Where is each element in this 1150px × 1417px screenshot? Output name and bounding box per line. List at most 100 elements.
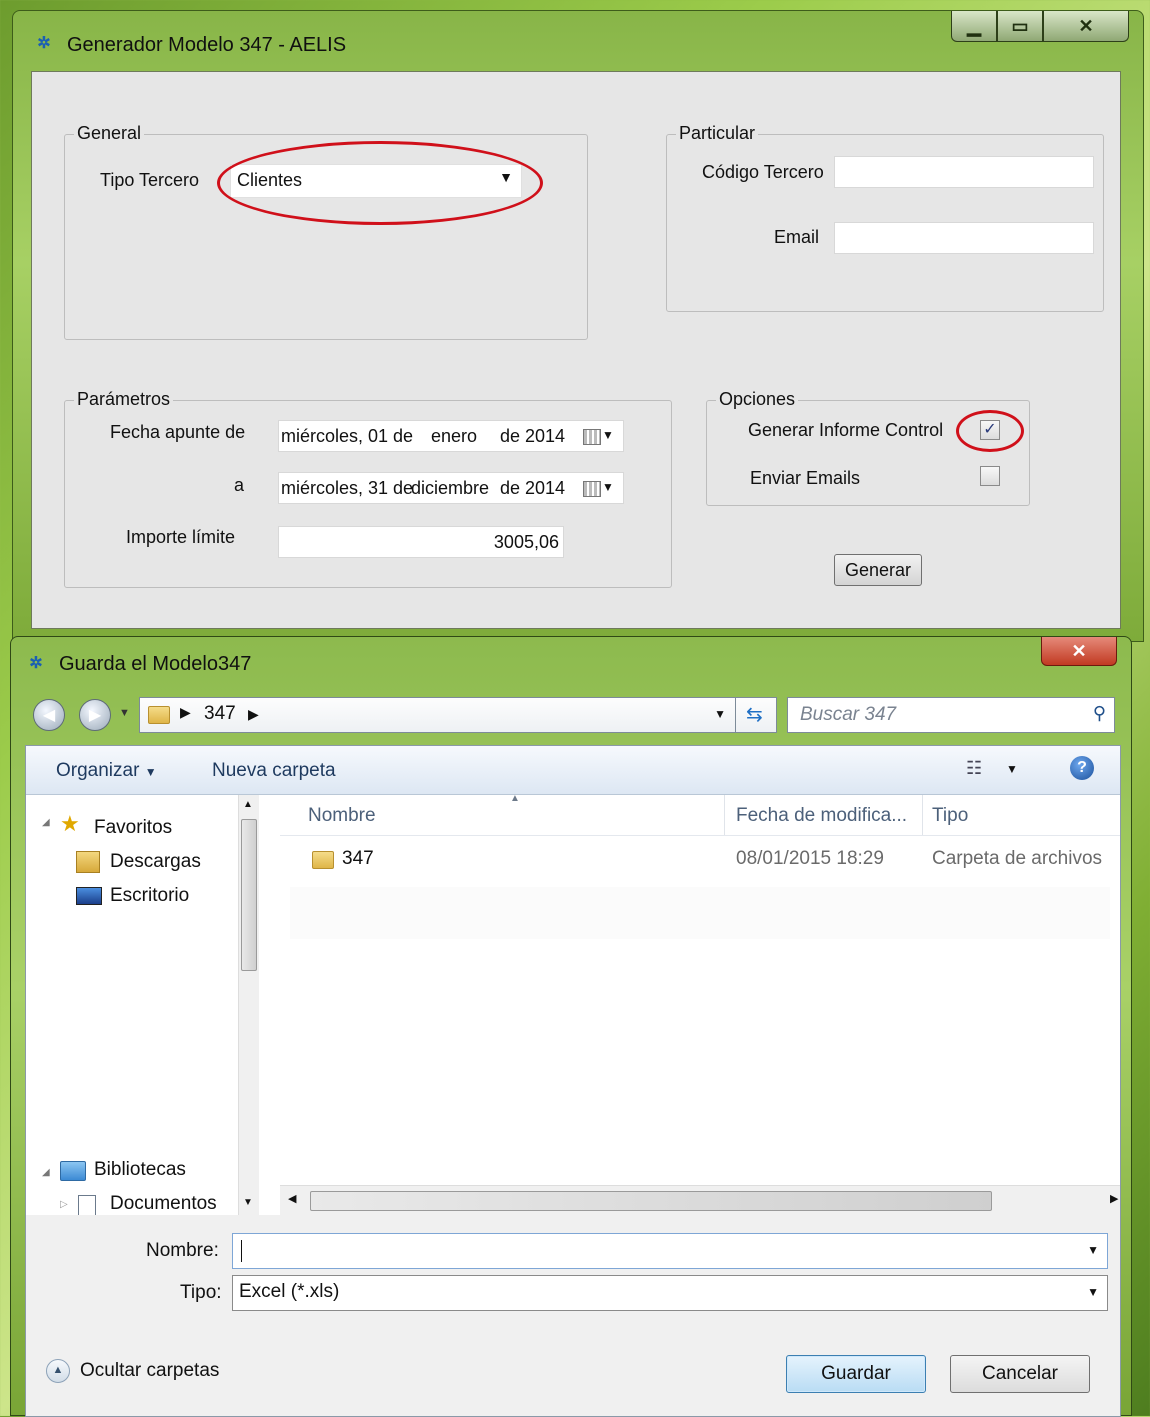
importe-limite-field[interactable]: 3005,06 [278, 526, 564, 558]
ocultar-carpetas-link[interactable]: Ocultar carpetas [80, 1360, 219, 1382]
fecha-de-picker[interactable]: miércoles, 01 de enero de 2014 ▼ [278, 420, 624, 452]
sort-ascending-icon: ▲ [510, 793, 520, 804]
nav-documentos[interactable]: Documentos [110, 1193, 217, 1215]
scroll-down-icon[interactable]: ▼ [243, 1197, 253, 1208]
nav-scrollbar[interactable]: ▲ ▼ [238, 795, 259, 1215]
codigo-tercero-field[interactable] [834, 156, 1094, 188]
search-input[interactable]: Buscar 347 ⚲ [787, 697, 1115, 733]
fecha-a-label: a [234, 475, 245, 495]
app-icon: ✲ [29, 655, 43, 672]
guardar-button[interactable]: Guardar [786, 1355, 926, 1393]
parametros-legend: Parámetros [74, 389, 174, 410]
highlight-ring-tipo [217, 141, 543, 225]
minimize-button[interactable]: ▁ [951, 11, 997, 42]
star-icon: ★ [60, 811, 80, 836]
recent-pages-chevron-icon[interactable]: ▼ [119, 707, 130, 719]
cancelar-button[interactable]: Cancelar [950, 1355, 1090, 1393]
dialog-body: Organizar ▼ Nueva carpeta ☷ ▼ ? ◢ ★ Favo… [25, 745, 1121, 1417]
fecha-a-year: de 2014 [500, 478, 566, 498]
enviar-emails-label: Enviar Emails [750, 468, 861, 488]
general-legend: General [74, 123, 145, 144]
calendar-icon [583, 429, 601, 445]
organizar-menu[interactable]: Organizar ▼ [56, 760, 157, 782]
close-button[interactable]: ✕ [1041, 637, 1117, 666]
downloads-icon [76, 851, 100, 873]
file-list-pane: ▲ Nombre Fecha de modifica... Tipo 347 0… [280, 793, 1120, 1216]
folder-icon [312, 851, 334, 869]
forward-button[interactable]: ▶ [79, 699, 111, 731]
back-button[interactable]: ◀ [33, 699, 65, 731]
scrollbar-thumb[interactable] [241, 819, 257, 971]
address-bar[interactable]: ▶ 347 ▶ ▼ [139, 697, 737, 733]
column-divider [922, 795, 923, 835]
search-icon: ⚲ [1092, 703, 1106, 723]
fecha-a-weekday: miércoles, 31 de [281, 478, 414, 498]
column-divider [724, 795, 725, 835]
search-placeholder: Buscar 347 [800, 704, 897, 725]
file-type-select[interactable]: Excel (*.xls) ▼ [232, 1275, 1108, 1311]
view-options-icon[interactable]: ☷ [966, 758, 982, 779]
column-fecha[interactable]: Fecha de modifica... [736, 805, 907, 827]
scroll-up-icon[interactable]: ▲ [243, 799, 253, 810]
chevron-down-icon[interactable]: ▼ [714, 707, 726, 721]
email-field[interactable] [834, 222, 1094, 254]
generador-window: ✲ Generador Modelo 347 - AELIS ▁ ▭ ✕ Gen… [12, 10, 1144, 642]
scroll-left-icon[interactable]: ◀ [288, 1192, 296, 1205]
collapse-arrow-icon[interactable]: ▷ [60, 1199, 68, 1210]
arrow-left-icon: ◀ [42, 707, 56, 724]
nav-favoritos[interactable]: Favoritos [94, 817, 172, 839]
command-bar: Organizar ▼ Nueva carpeta ☷ ▼ ? [26, 746, 1120, 795]
generar-button[interactable]: Generar [834, 554, 922, 586]
file-name: 347 [342, 848, 374, 869]
tipo-label: Tipo: [180, 1282, 222, 1303]
tipo-tercero-label: Tipo Tercero [100, 170, 200, 190]
help-icon[interactable]: ? [1070, 756, 1094, 780]
calendar-icon [583, 481, 601, 497]
scrollbar-thumb[interactable] [310, 1191, 992, 1211]
close-button[interactable]: ✕ [1043, 11, 1129, 42]
scroll-right-icon[interactable]: ▶ [1110, 1192, 1118, 1205]
chevron-down-icon[interactable]: ▼ [1087, 1285, 1099, 1299]
expand-arrow-icon[interactable]: ◢ [42, 817, 50, 828]
column-header-row [280, 795, 1120, 836]
fecha-a-month: diciembre [411, 478, 490, 498]
generar-informe-label: Generar Informe Control [748, 420, 944, 440]
nav-escritorio[interactable]: Escritorio [110, 885, 189, 907]
enviar-emails-checkbox[interactable] [980, 466, 1000, 486]
chevron-down-icon[interactable]: ▼ [1006, 762, 1018, 776]
address-segment[interactable]: 347 [204, 703, 236, 725]
nombre-label: Nombre: [146, 1240, 219, 1261]
chevron-down-icon: ▼ [144, 765, 157, 779]
refresh-icon: ⇆ [746, 704, 763, 726]
libraries-icon [60, 1161, 86, 1181]
file-type: Carpeta de archivos [932, 848, 1103, 869]
chevron-down-icon: ▼ [602, 480, 614, 494]
email-label: Email [774, 227, 820, 247]
dialog-title: Guarda el Modelo347 [59, 653, 252, 675]
empty-row [290, 887, 1110, 939]
collapse-folders-icon[interactable]: ▲ [46, 1359, 70, 1383]
fecha-a-picker[interactable]: miércoles, 31 de diciembre de 2014 ▼ [278, 472, 624, 504]
close-icon: ✕ [1078, 15, 1094, 36]
column-tipo[interactable]: Tipo [932, 805, 968, 827]
column-nombre[interactable]: Nombre [308, 805, 376, 827]
file-name-input[interactable]: ▼ [232, 1233, 1108, 1269]
chevron-down-icon[interactable]: ▼ [1087, 1243, 1099, 1257]
nueva-carpeta-button[interactable]: Nueva carpeta [212, 760, 336, 782]
fecha-de-year: de 2014 [500, 426, 566, 446]
navigation-pane: ◢ ★ Favoritos Descargas Escritorio ◢ Bib… [26, 795, 280, 1217]
refresh-button[interactable]: ⇆ [735, 697, 777, 733]
app-icon: ✲ [37, 35, 51, 52]
chevron-down-icon: ▼ [602, 428, 614, 442]
nav-descargas[interactable]: Descargas [110, 851, 201, 873]
file-row[interactable]: 347 08/01/2015 18:29 Carpeta de archivos [288, 835, 1110, 879]
folder-icon [148, 706, 170, 724]
file-hscrollbar[interactable]: ◀ ▶ [280, 1185, 1120, 1216]
fecha-de-label: Fecha apunte de [110, 422, 246, 442]
nav-bibliotecas[interactable]: Bibliotecas [94, 1159, 186, 1181]
expand-arrow-icon[interactable]: ◢ [42, 1167, 50, 1178]
form-client-area: General Tipo Tercero Clientes ▼ Particul… [31, 71, 1121, 629]
codigo-tercero-label: Código Tercero [702, 162, 824, 182]
maximize-button[interactable]: ▭ [997, 11, 1043, 42]
opciones-legend: Opciones [716, 389, 799, 410]
